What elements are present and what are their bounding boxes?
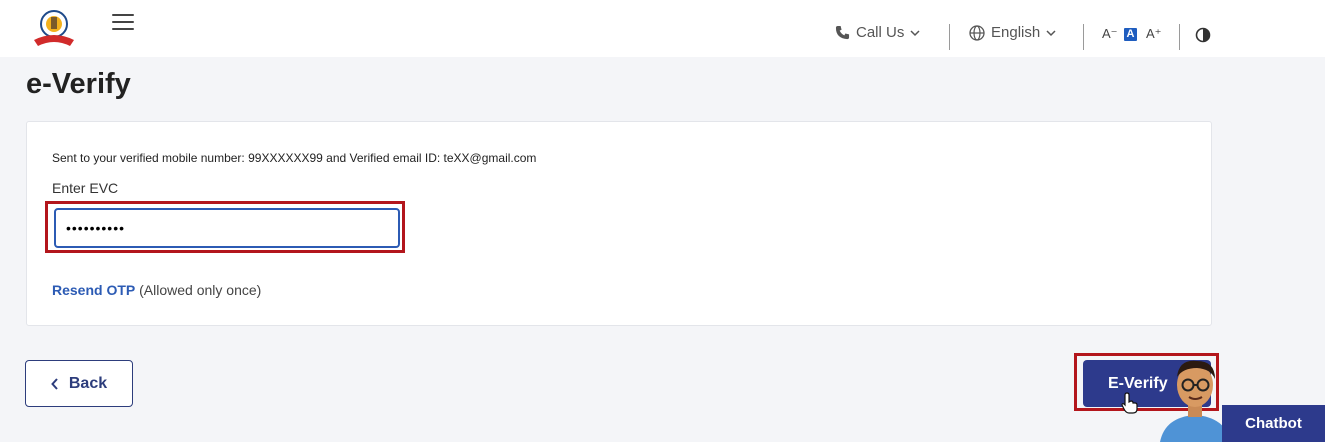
divider	[1083, 24, 1084, 50]
resend-otp-link[interactable]: Resend OTP	[52, 282, 135, 298]
chevron-left-icon	[51, 377, 58, 390]
divider	[1179, 24, 1180, 50]
chatbot-button[interactable]: Chatbot	[1222, 405, 1325, 442]
divider	[949, 24, 950, 50]
page-title: e-Verify	[26, 68, 131, 100]
resend-row: Resend OTP (Allowed only once)	[52, 282, 261, 298]
language-dropdown[interactable]: English	[969, 24, 1056, 41]
chatbot-label: Chatbot	[1245, 415, 1302, 432]
evc-label: Enter EVC	[52, 180, 119, 196]
chevron-down-icon	[910, 29, 920, 36]
menu-icon[interactable]	[112, 14, 134, 32]
resend-note: (Allowed only once)	[139, 282, 262, 298]
font-decrease-button[interactable]: A⁻	[1102, 26, 1118, 42]
font-increase-button[interactable]: A⁺	[1146, 26, 1162, 42]
evc-input[interactable]	[54, 208, 400, 248]
call-us-label: Call Us	[856, 24, 905, 41]
emblem-logo[interactable]	[30, 8, 78, 48]
phone-icon	[835, 25, 850, 40]
back-label: Back	[68, 374, 108, 392]
sent-message: Sent to your verified mobile number: 99X…	[52, 151, 537, 165]
back-button[interactable]: Back	[25, 360, 133, 407]
call-us-dropdown[interactable]: Call Us	[835, 24, 920, 41]
hand-cursor-icon	[1121, 392, 1138, 414]
chevron-down-icon	[1046, 29, 1056, 36]
evc-card: Sent to your verified mobile number: 99X…	[26, 121, 1212, 326]
top-bar: Call Us English A⁻ A A⁺	[0, 0, 1325, 57]
font-normal-button[interactable]: A	[1124, 28, 1137, 41]
language-label: English	[991, 24, 1041, 41]
contrast-icon[interactable]	[1195, 27, 1211, 43]
globe-icon	[969, 24, 985, 41]
